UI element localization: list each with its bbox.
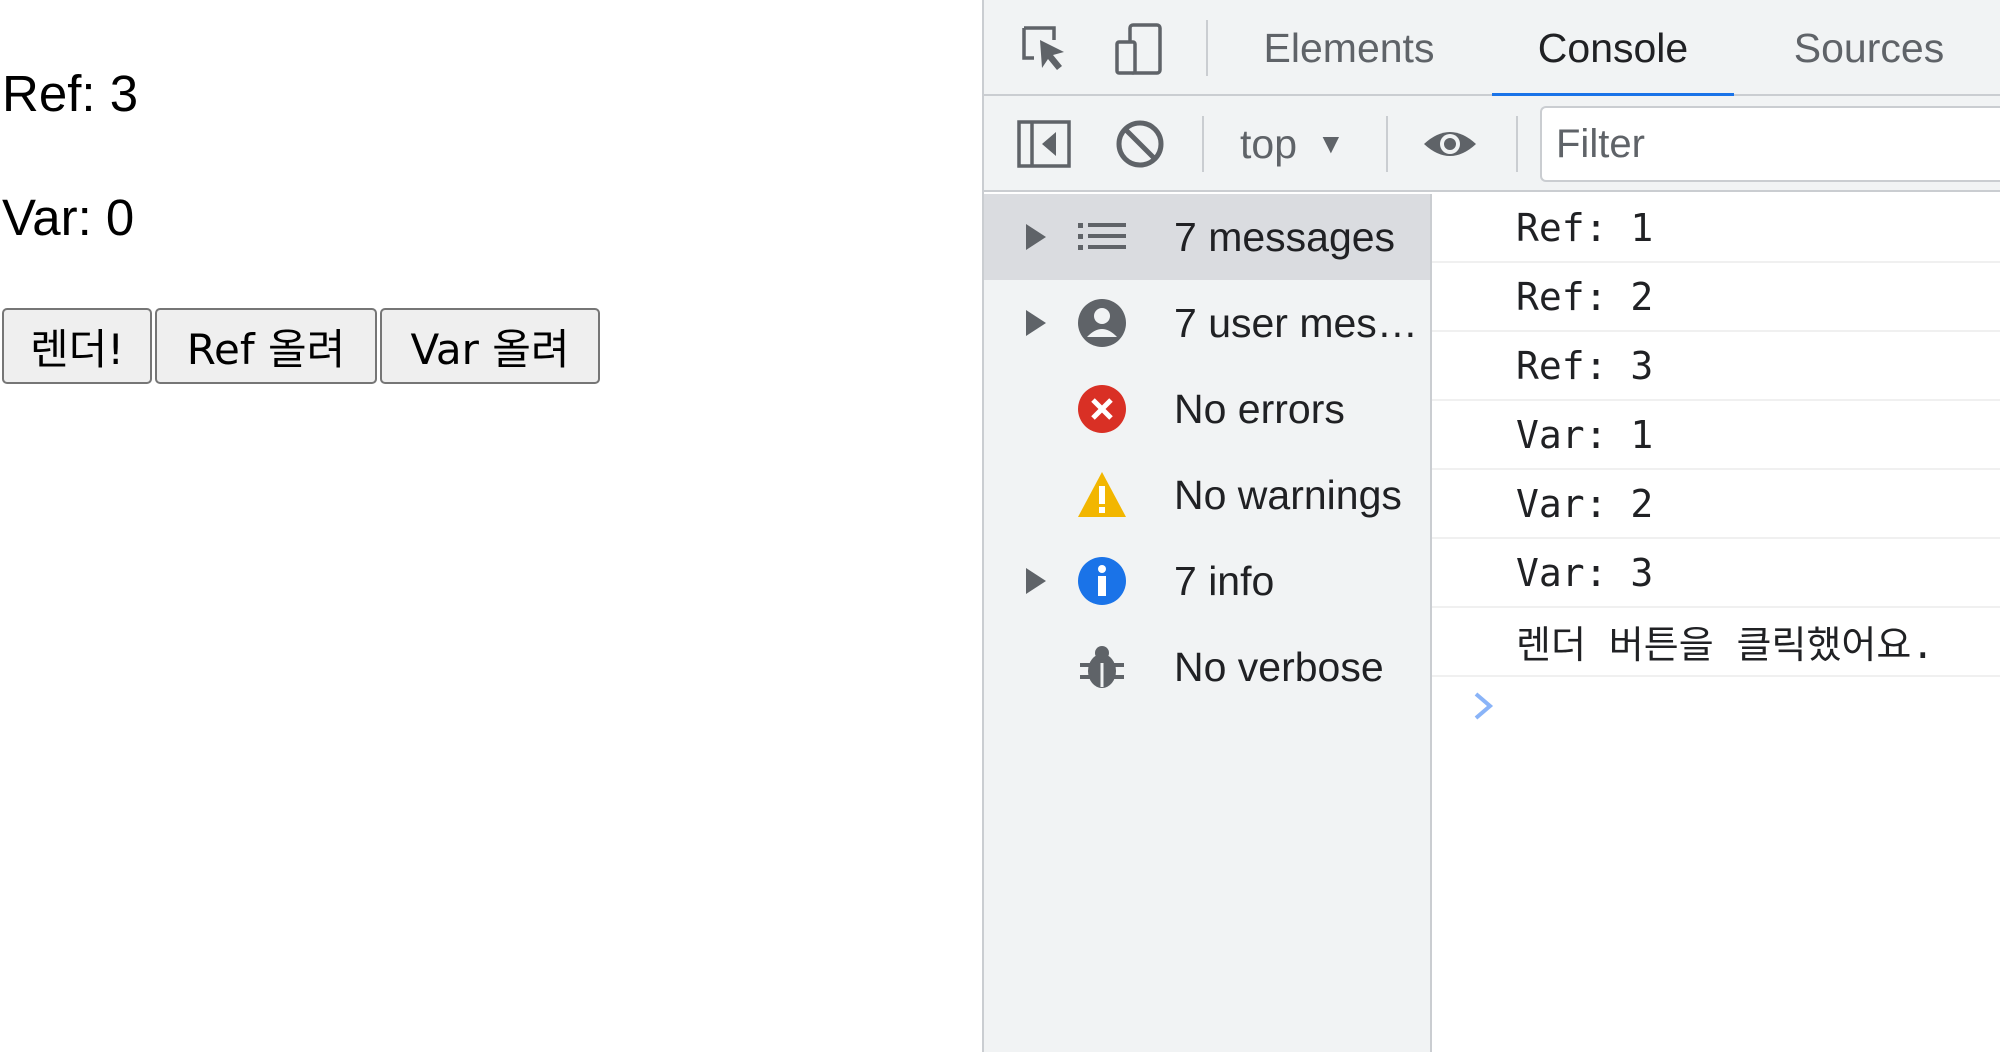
ref-increment-button[interactable]: Ref 올려 <box>155 308 377 384</box>
sidebar-item-messages[interactable]: 7 messages <box>984 194 1430 280</box>
tab-console[interactable]: Console <box>1492 0 1734 98</box>
console-log-text: 렌더 버튼을 클릭했어요. <box>1516 623 1935 667</box>
context-value: top <box>1240 120 1297 167</box>
console-toolbar: top ▼ <box>984 96 2000 192</box>
sidebar-item-label: 7 messages <box>1174 213 1396 260</box>
console-log-row: Var: 1 <box>1432 401 2000 470</box>
console-log-text: Var: 2 <box>1516 481 1654 526</box>
console-output: Ref: 1 Ref: 2 Ref: 3 Var: 1 Var: 2 Var: … <box>1432 194 2000 1052</box>
expand-arrow-icon[interactable] <box>1026 310 1046 336</box>
sidebar-item-label: 7 info <box>1174 557 1275 604</box>
live-expression-eye-icon[interactable] <box>1422 116 1478 172</box>
sidebar-item-label: No verbose <box>1174 643 1384 690</box>
sidebar-item-user-messages[interactable]: 7 user messages <box>984 280 1430 366</box>
console-log-row: Ref: 3 <box>1432 332 2000 401</box>
error-icon <box>1076 383 1128 435</box>
console-log-text: Ref: 2 <box>1516 274 1654 319</box>
devtools-panel: Elements Console Sources top ▼ Filter 7 … <box>982 0 2000 1052</box>
sidebar-toggle-icon[interactable] <box>1016 116 1072 172</box>
console-prompt-chevron-icon[interactable] <box>1464 686 1504 726</box>
console-log-row: Ref: 1 <box>1432 194 2000 263</box>
page-content: Ref: 3 Var: 0 렌더! Ref 올려 Var 올려 <box>0 0 982 1052</box>
expand-arrow-icon[interactable] <box>1026 224 1046 250</box>
clear-console-icon[interactable] <box>1112 116 1168 172</box>
sidebar-item-info[interactable]: 7 info <box>984 538 1430 624</box>
sidebar-item-warnings[interactable]: No warnings <box>984 452 1430 538</box>
bug-icon <box>1076 641 1128 693</box>
console-log-text: Var: 3 <box>1516 550 1654 595</box>
tab-separator <box>1206 20 1208 76</box>
sidebar-item-label: No warnings <box>1174 471 1402 518</box>
console-log-row: 렌더 버튼을 클릭했어요. <box>1432 608 2000 677</box>
sidebar-item-label: 7 user messages <box>1174 299 1424 346</box>
list-icon <box>1076 211 1128 263</box>
tab-sources[interactable]: Sources <box>1754 0 1984 96</box>
device-toggle-icon[interactable] <box>1112 22 1166 76</box>
warning-icon <box>1076 469 1128 521</box>
console-log-text: Var: 1 <box>1516 412 1654 457</box>
render-button[interactable]: 렌더! <box>2 308 152 384</box>
expand-arrow-icon[interactable] <box>1026 568 1046 594</box>
toolbar-separator <box>1386 116 1388 172</box>
filter-input[interactable] <box>1540 106 2000 182</box>
button-row: 렌더! Ref 올려 Var 올려 <box>2 308 600 384</box>
console-log-row: Ref: 2 <box>1432 263 2000 332</box>
dropdown-arrow-icon: ▼ <box>1317 128 1345 159</box>
console-log-text: Ref: 1 <box>1516 205 1654 250</box>
ref-counter-text: Ref: 3 <box>2 65 139 122</box>
var-counter-text: Var: 0 <box>2 189 135 246</box>
console-log-text: Ref: 3 <box>1516 343 1654 388</box>
sidebar-item-label: No errors <box>1174 385 1345 432</box>
user-icon <box>1076 297 1128 349</box>
toolbar-separator <box>1516 116 1518 172</box>
tab-elements[interactable]: Elements <box>1234 0 1464 96</box>
console-sidebar: 7 messages 7 user messages No e <box>984 194 1432 1052</box>
inspect-element-icon[interactable] <box>1018 22 1072 76</box>
console-log-row: Var: 3 <box>1432 539 2000 608</box>
sidebar-item-errors[interactable]: No errors <box>984 366 1430 452</box>
devtools-tab-bar: Elements Console Sources <box>984 0 2000 98</box>
var-increment-button[interactable]: Var 올려 <box>380 308 600 384</box>
console-log-row: Var: 2 <box>1432 470 2000 539</box>
toolbar-separator <box>1202 116 1204 172</box>
sidebar-item-verbose[interactable]: No verbose <box>984 624 1430 710</box>
info-icon <box>1076 555 1128 607</box>
context-selector[interactable]: top ▼ <box>1240 116 1345 172</box>
